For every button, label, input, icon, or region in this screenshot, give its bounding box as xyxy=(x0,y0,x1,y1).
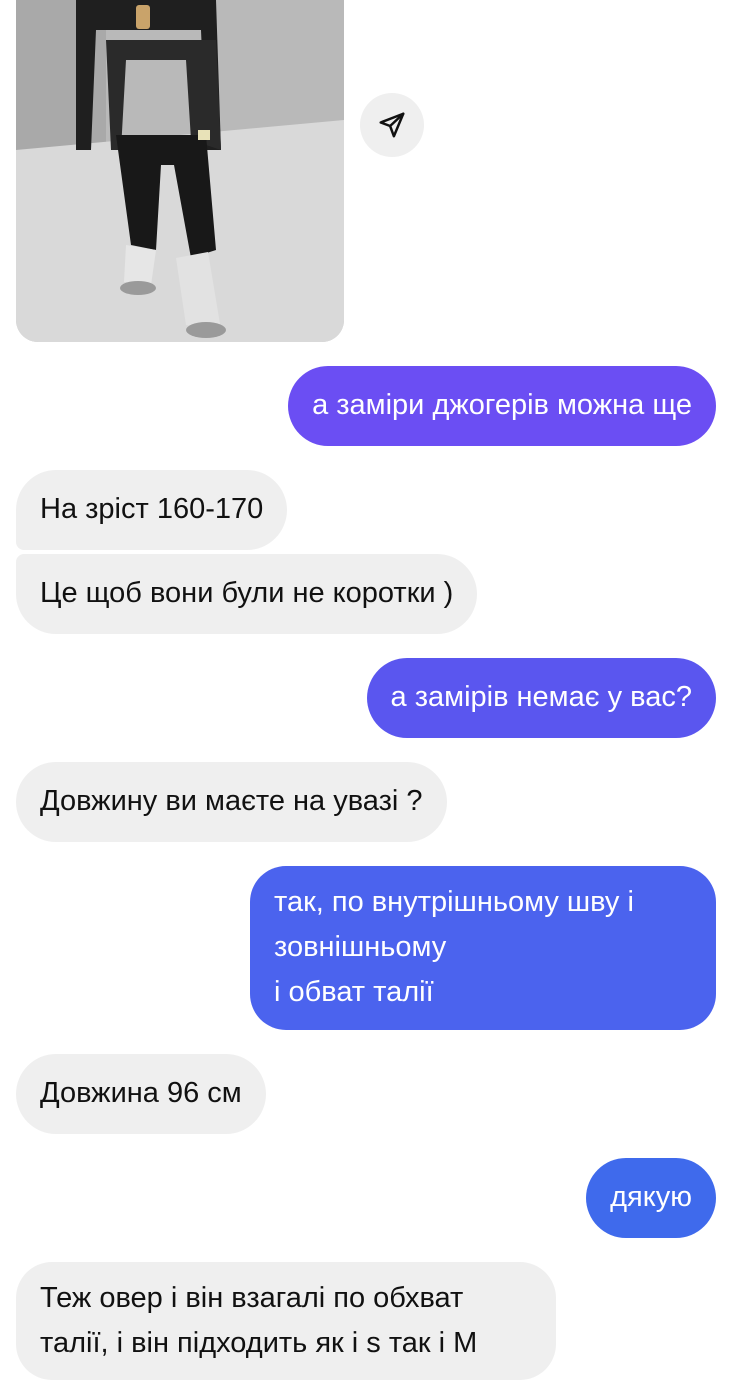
message-text: Довжина 96 см xyxy=(40,1077,242,1109)
message-text: а замірів немає у вас? xyxy=(390,681,692,713)
message-incoming[interactable]: Довжину ви маєте на увазі ? xyxy=(16,762,447,842)
message-text: Це щоб вони були не коротки ) xyxy=(40,577,454,609)
paper-plane-icon xyxy=(379,112,405,138)
message-outgoing[interactable]: а замірів немає у вас? xyxy=(366,658,716,738)
message-line: зовнішньому xyxy=(274,931,447,963)
message-incoming[interactable]: На зріст 160-170 xyxy=(16,470,288,550)
message-text: На зріст 160-170 xyxy=(40,493,264,525)
message-incoming[interactable]: Довжина 96 см xyxy=(16,1054,266,1134)
shared-photo[interactable] xyxy=(16,0,344,342)
share-button[interactable] xyxy=(360,93,424,157)
message-line: так, по внутрішньому шву і xyxy=(274,886,634,918)
photo-illustration xyxy=(16,0,344,342)
message-line: талії, і він підходить як і s так і M xyxy=(40,1327,478,1359)
message-incoming[interactable]: Теж овер і він взагалі по обхват талії, … xyxy=(16,1262,556,1380)
message-outgoing[interactable]: дякую xyxy=(586,1158,716,1238)
message-outgoing[interactable]: а заміри джогерів можна ще xyxy=(288,366,716,446)
message-incoming[interactable]: Це щоб вони були не коротки ) xyxy=(16,554,478,634)
message-line: і обват талії xyxy=(274,976,434,1008)
message-text: дякую xyxy=(610,1181,692,1213)
message-outgoing[interactable]: так, по внутрішньому шву і зовнішньому і… xyxy=(250,866,716,1030)
message-text: Довжину ви маєте на увазі ? xyxy=(40,785,423,817)
message-line: Теж овер і він взагалі по обхват xyxy=(40,1282,464,1314)
message-text: а заміри джогерів можна ще xyxy=(312,389,692,421)
